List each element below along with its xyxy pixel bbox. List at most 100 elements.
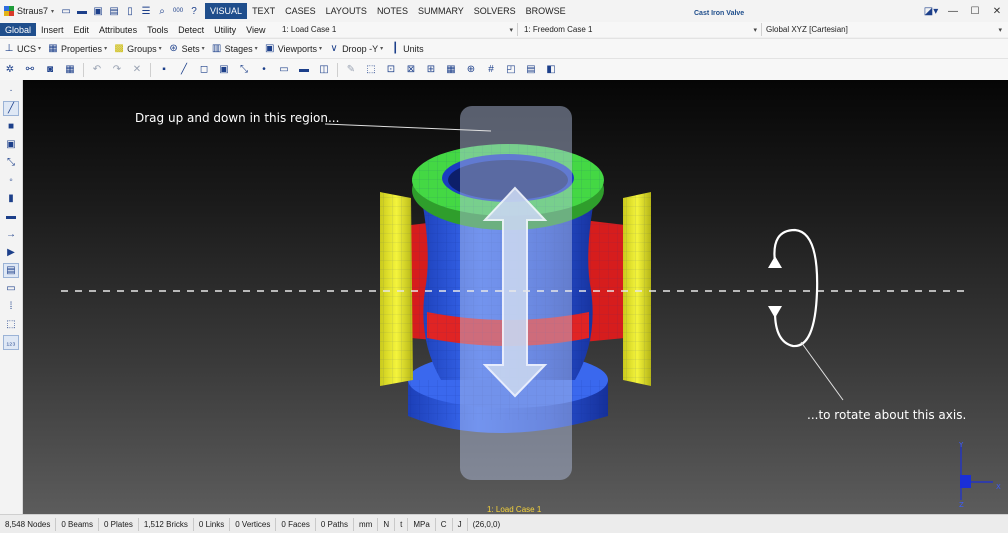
cube-icon[interactable]: ▣ <box>3 137 19 152</box>
unit-temperature[interactable]: t <box>395 517 409 531</box>
freedom-case-value: 1: Freedom Case 1 <box>524 25 593 34</box>
ribbon-tab-text[interactable]: TEXT <box>247 3 280 19</box>
chevron-down-icon: ▾ <box>753 26 757 34</box>
status-paths: 0 Paths <box>316 517 354 531</box>
menu-item-detect[interactable]: Detect <box>173 23 209 36</box>
property-select-icon[interactable]: ▦ <box>445 64 457 76</box>
pencil-icon[interactable]: ✎ <box>345 64 357 76</box>
grid-icon[interactable]: ▦ <box>64 64 76 76</box>
ribbon-tab-visual[interactable]: VISUAL <box>205 3 248 19</box>
toolbar-stages-button[interactable]: ▥ Stages ▾ <box>208 41 261 57</box>
app-menu-button[interactable]: Straus7 ▾ <box>0 2 58 20</box>
ribbon-tab-cases[interactable]: CASES <box>280 3 321 19</box>
ribbon-tab-notes[interactable]: NOTES <box>372 3 413 19</box>
rotate-icon <box>768 228 819 348</box>
menu-item-tools[interactable]: Tools <box>142 23 173 36</box>
new-file-icon[interactable]: ▭ <box>59 4 73 18</box>
grid-dots-icon[interactable]: ⁞ <box>3 299 19 314</box>
tools-toolbar: ✲ ⚯ ◙ ▦ ↶ ↷ ✕ ▪ ╱ ◻ ▣ ⤡ • ▭ ▬ ◫ ✎ ⬚ ⊡ ⊠ ⊞ ▦ ⊕ # ◰ ▤ ◧ <box>0 58 1008 80</box>
select-node-icon[interactable]: ⊡ <box>385 64 397 76</box>
undo-icon[interactable]: ↶ <box>91 64 103 76</box>
binoculars-icon[interactable]: ⚯ <box>24 64 36 76</box>
toolbar-sets-button[interactable]: ⊛ Sets ▾ <box>165 41 208 57</box>
ribbon-tab-layouts[interactable]: LAYOUTS <box>321 3 372 19</box>
open-folder-icon[interactable]: ▬ <box>75 4 89 18</box>
dashed-box-icon[interactable]: ⬚ <box>3 317 19 332</box>
square-icon[interactable]: ■ <box>3 119 19 134</box>
face-icon[interactable]: ▭ <box>278 64 290 76</box>
arrow-right-icon[interactable]: → <box>3 227 19 242</box>
toolbar-ucs-button[interactable]: ⊥ UCS ▾ <box>0 41 44 57</box>
selection-icon[interactable]: ▤ <box>3 263 19 278</box>
settings-icon[interactable]: ✲ <box>4 64 16 76</box>
camera-icon[interactable]: ◙ <box>44 64 56 76</box>
ribbon-tab-solvers[interactable]: SOLVERS <box>469 3 521 19</box>
ribbon-tab-summary[interactable]: SUMMARY <box>413 3 469 19</box>
unit-force[interactable]: N <box>378 517 396 531</box>
node-tool-icon[interactable]: ◦ <box>3 173 19 188</box>
menu-item-global[interactable]: Global <box>0 23 37 36</box>
entity-filter-icon[interactable]: ◰ <box>505 64 517 76</box>
load-case-caption: 1: Load Case 1 <box>487 505 542 514</box>
group-select-icon[interactable]: ⊕ <box>465 64 477 76</box>
unit-energy[interactable]: C <box>436 517 453 531</box>
minimize-icon[interactable]: — <box>942 6 964 17</box>
layout-icon[interactable]: ◧ <box>545 64 557 76</box>
unit-length[interactable]: mm <box>354 517 379 531</box>
menu-item-edit[interactable]: Edit <box>69 23 95 36</box>
unit-stress[interactable]: MPa <box>408 517 436 531</box>
link-icon[interactable]: ⤡ <box>238 64 250 76</box>
model-viewport[interactable]: Drag up and down in this region... ...to… <box>23 80 1008 514</box>
cylinder-icon[interactable]: ▮ <box>3 191 19 206</box>
toolbar-droop-y-button[interactable]: ∨ Droop -Y ▾ <box>325 41 386 57</box>
help-icon[interactable]: ? <box>187 4 201 18</box>
vertex-icon[interactable]: • <box>258 64 270 76</box>
brick-icon[interactable]: ▣ <box>218 64 230 76</box>
point-icon[interactable]: · <box>3 83 19 98</box>
select-all-icon[interactable]: ⊞ <box>425 64 437 76</box>
status-nodes: 8,548 Nodes <box>0 517 57 531</box>
link-tool-icon[interactable]: ⤡ <box>3 155 19 170</box>
page-icon[interactable]: ▯ <box>123 4 137 18</box>
stages-icon: ▥ <box>211 43 222 54</box>
close-icon[interactable]: ✕ <box>986 6 1008 17</box>
load-icon[interactable]: ◫ <box>318 64 330 76</box>
search-icon[interactable]: ⌕ <box>155 4 169 18</box>
extrude-icon[interactable]: ▶ <box>3 245 19 260</box>
redo-icon[interactable]: ↷ <box>111 64 123 76</box>
monitor-icon[interactable]: ▭ <box>3 281 19 296</box>
ruler-icon[interactable]: ▬ <box>3 209 19 224</box>
load-case-select[interactable]: 1: Load Case 1 ▾ <box>282 23 518 36</box>
select-element-icon[interactable]: ⊠ <box>405 64 417 76</box>
coordinate-system-select[interactable]: Global XYZ [Cartesian] ▾ <box>766 23 1006 36</box>
freedom-case-select[interactable]: 1: Freedom Case 1 ▾ <box>524 23 762 36</box>
toolbar-viewports-button[interactable]: ▣ Viewports ▾ <box>261 41 325 57</box>
toolbar-properties-button[interactable]: ▦ Properties ▾ <box>44 41 110 57</box>
path-icon[interactable]: ▬ <box>298 64 310 76</box>
number-icon[interactable]: 000 <box>171 4 185 18</box>
delete-icon[interactable]: ✕ <box>131 64 143 76</box>
line-icon[interactable]: ╱ <box>3 101 19 116</box>
menu-item-insert[interactable]: Insert <box>36 23 69 36</box>
node-icon[interactable]: ▪ <box>158 64 170 76</box>
plate-icon[interactable]: ◻ <box>198 64 210 76</box>
toolbar-groups-button[interactable]: ▩ Groups ▾ <box>110 41 165 57</box>
layout-icon[interactable]: ◪▾ <box>920 6 942 17</box>
save-icon[interactable]: ▣ <box>91 4 105 18</box>
save-all-icon[interactable]: ▤ <box>107 4 121 18</box>
menu-item-view[interactable]: View <box>241 23 270 36</box>
menu-item-attributes[interactable]: Attributes <box>94 23 142 36</box>
table-icon[interactable]: ▤ <box>525 64 537 76</box>
select-box-icon[interactable]: ⬚ <box>365 64 377 76</box>
report-icon[interactable]: ☰ <box>139 4 153 18</box>
unit-extra[interactable]: J <box>453 517 468 531</box>
chevron-down-icon: ▾ <box>51 8 55 15</box>
toolbar-units-button[interactable]: ┃ Units <box>386 41 427 57</box>
ribbon-tab-browse[interactable]: BROWSE <box>521 3 571 19</box>
beam-icon[interactable]: ╱ <box>178 64 190 76</box>
subscript-icon[interactable]: ₁₂₃ <box>3 335 19 350</box>
menu-item-utility[interactable]: Utility <box>209 23 241 36</box>
hash-icon[interactable]: # <box>485 64 497 76</box>
maximize-icon[interactable]: ☐ <box>964 6 986 17</box>
toolbar-label: Units <box>403 43 424 54</box>
